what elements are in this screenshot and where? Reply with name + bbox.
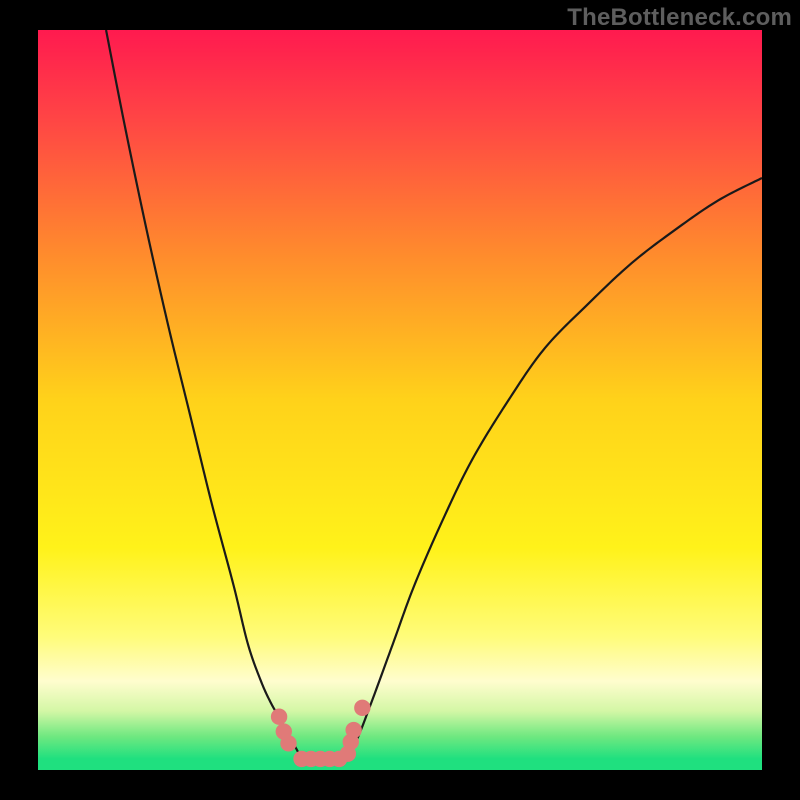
marker-dot: [280, 735, 296, 751]
gradient-background: [38, 30, 762, 770]
marker-dot: [271, 709, 287, 725]
chart-frame: TheBottleneck.com: [0, 0, 800, 800]
chart-canvas: [38, 30, 762, 770]
plot-area: [38, 30, 762, 770]
marker-dot: [345, 722, 361, 738]
marker-dot: [354, 700, 370, 716]
attribution-label: TheBottleneck.com: [567, 4, 792, 32]
